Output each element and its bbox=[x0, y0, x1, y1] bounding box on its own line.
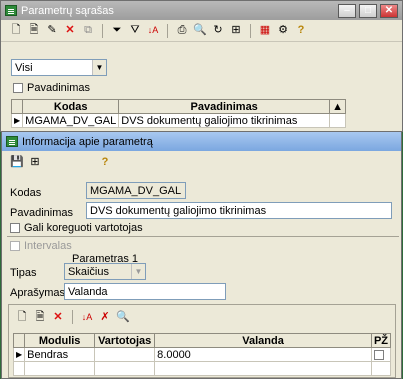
can-edit-label: Gali koreguoti vartotojas bbox=[24, 222, 143, 234]
list-window-titlebar[interactable]: Parametrų sąrašas – □ ✕ bbox=[1, 1, 402, 20]
parameter-detail-window: Informacija apie parametrą 💾 ⊞ ? Kodas M… bbox=[1, 131, 402, 379]
row-indicator-header bbox=[10, 99, 24, 114]
list-window-title: Parametrų sąrašas bbox=[21, 4, 114, 17]
table-header-row: Kodas Pavadinimas ▲ bbox=[10, 99, 346, 114]
pavadinimas-label: Pavadinimas bbox=[10, 207, 73, 219]
edit-doc-icon[interactable]: ✎ bbox=[45, 24, 59, 38]
cell-pavadinimas[interactable]: DVS dokumentų galiojimo tikrinimas bbox=[118, 113, 331, 128]
tree-icon[interactable]: ⊞ bbox=[229, 24, 243, 38]
scroll-up-icon[interactable]: ▲ bbox=[329, 99, 346, 114]
settings-icon[interactable]: ⚙ bbox=[276, 24, 290, 38]
app-icon bbox=[6, 136, 18, 147]
delete-icon[interactable]: ✕ bbox=[63, 24, 77, 38]
row-indicator: ▶ bbox=[12, 347, 26, 362]
chevron-down-icon[interactable]: ▼ bbox=[92, 60, 106, 75]
table-row[interactable]: ▶ Bendras 8.0000 bbox=[12, 347, 392, 362]
values-panel: 🗋 🗎 ✕ ↓A ✗ 🔍 Modulis Vartotojas Valanda … bbox=[8, 304, 396, 378]
kodas-field[interactable]: MGAMA_DV_GAL bbox=[86, 182, 186, 199]
help-icon[interactable]: ? bbox=[294, 24, 308, 38]
sort-icon[interactable]: ↓A bbox=[146, 24, 160, 38]
names-checkbox-row[interactable]: Pavadinimas bbox=[13, 82, 90, 94]
row-indicator-header bbox=[12, 333, 26, 348]
find-icon[interactable]: 🔍 bbox=[193, 24, 207, 38]
sort-icon[interactable]: ↓A bbox=[80, 310, 94, 324]
minimize-button[interactable]: – bbox=[338, 3, 356, 18]
toolbar-separator bbox=[250, 23, 251, 38]
can-edit-checkbox[interactable] bbox=[10, 223, 20, 233]
filter-clear-icon[interactable]: ⛛ bbox=[128, 24, 142, 38]
table-row-empty[interactable] bbox=[12, 361, 392, 376]
save-icon[interactable]: 💾 bbox=[10, 155, 24, 169]
scrollbar-track[interactable] bbox=[329, 113, 346, 128]
column-header-pz[interactable]: PŽ bbox=[370, 333, 392, 348]
list-toolbar: 🗋 🗎 ✎ ✕ ⧉ ⏷ ⛛ ↓A ⎙ 🔍 ↻ ⊞ ▦ ⚙ ? bbox=[1, 20, 402, 42]
names-checkbox[interactable] bbox=[13, 83, 23, 93]
detail-window-title: Informacija apie parametrą bbox=[22, 135, 153, 148]
toolbar-separator bbox=[72, 310, 73, 324]
find-icon[interactable]: 🔍 bbox=[116, 310, 130, 324]
pavadinimas-field[interactable]: DVS dokumentų galiojimo tikrinimas bbox=[86, 202, 392, 219]
cell-valanda[interactable]: 8.0000 bbox=[154, 347, 372, 362]
grid-icon[interactable]: ▦ bbox=[258, 24, 272, 38]
column-header-valanda[interactable]: Valanda bbox=[154, 333, 372, 348]
values-toolbar: 🗋 🗎 ✕ ↓A ✗ 🔍 bbox=[9, 305, 395, 329]
tree-icon[interactable]: ⊞ bbox=[28, 155, 42, 169]
toolbar-separator bbox=[167, 23, 168, 38]
new-doc-icon[interactable]: 🗋 bbox=[15, 310, 29, 324]
column-header-modulis[interactable]: Modulis bbox=[24, 333, 96, 348]
print-icon[interactable]: ⎙ bbox=[175, 24, 189, 38]
aprasymas-value: Valanda bbox=[68, 285, 108, 298]
new-doc-icon[interactable]: 🗋 bbox=[9, 24, 23, 38]
close-button[interactable]: ✕ bbox=[380, 3, 398, 18]
column-header-pavadinimas[interactable]: Pavadinimas bbox=[118, 99, 331, 114]
intervals-checkbox[interactable] bbox=[10, 241, 20, 251]
row-indicator: ▶ bbox=[10, 113, 24, 128]
detail-toolbar: 💾 ⊞ ? bbox=[2, 151, 401, 173]
cell-pz[interactable] bbox=[370, 347, 392, 362]
cell-kodas[interactable]: MGAMA_DV_GAL bbox=[22, 113, 120, 128]
divider bbox=[7, 236, 399, 237]
chevron-down-icon[interactable]: ▼ bbox=[131, 264, 145, 279]
detail-window-titlebar[interactable]: Informacija apie parametrą bbox=[2, 132, 401, 151]
intervals-checkbox-row[interactable]: Intervalas bbox=[10, 240, 72, 252]
intervals-label: Intervalas bbox=[24, 240, 72, 252]
cell-vartotojas[interactable] bbox=[94, 347, 156, 362]
app-icon bbox=[5, 5, 17, 16]
kodas-value: MGAMA_DV_GAL bbox=[90, 184, 182, 197]
help-icon[interactable]: ? bbox=[98, 155, 112, 169]
filter-select[interactable]: Visi ▼ bbox=[11, 59, 107, 76]
pz-checkbox[interactable] bbox=[373, 349, 384, 360]
toolbar-separator bbox=[102, 23, 103, 38]
table-header-row: Modulis Vartotojas Valanda PŽ bbox=[12, 333, 392, 348]
parameter-list-table: Kodas Pavadinimas ▲ ▶ MGAMA_DV_GAL DVS d… bbox=[10, 99, 346, 128]
table-row[interactable]: ▶ MGAMA_DV_GAL DVS dokumentų galiojimo t… bbox=[10, 113, 346, 128]
pavadinimas-value: DVS dokumentų galiojimo tikrinimas bbox=[90, 204, 267, 217]
values-table: Modulis Vartotojas Valanda PŽ ▶ Bendras … bbox=[12, 333, 392, 376]
filter-icon[interactable]: ⏷ bbox=[110, 24, 124, 38]
open-doc-icon[interactable]: 🗎 bbox=[27, 24, 41, 38]
refresh-icon[interactable]: ↻ bbox=[211, 24, 225, 38]
can-edit-checkbox-row[interactable]: Gali koreguoti vartotojas bbox=[10, 222, 143, 234]
aprasymas-label: Aprašymas bbox=[10, 287, 66, 299]
names-checkbox-label: Pavadinimas bbox=[27, 82, 90, 94]
filter-select-value: Visi bbox=[15, 61, 33, 74]
aprasymas-field[interactable]: Valanda bbox=[64, 283, 226, 300]
column-header-vartotojas[interactable]: Vartotojas bbox=[94, 333, 156, 348]
kodas-label: Kodas bbox=[10, 187, 42, 199]
parameter-list-window: Parametrų sąrašas – □ ✕ 🗋 🗎 ✎ ✕ ⧉ ⏷ ⛛ ↓A… bbox=[0, 0, 403, 132]
open-doc-icon[interactable]: 🗎 bbox=[33, 310, 47, 324]
cell-modulis[interactable]: Bendras bbox=[24, 347, 96, 362]
copy-icon[interactable]: ⧉ bbox=[81, 24, 95, 38]
delete-icon[interactable]: ✕ bbox=[51, 310, 65, 324]
tipas-label: Tipas bbox=[10, 267, 37, 279]
filter-clear-icon[interactable]: ✗ bbox=[98, 310, 112, 324]
maximize-button[interactable]: □ bbox=[359, 3, 377, 18]
tipas-select[interactable]: Skaičius ▼ bbox=[64, 263, 146, 280]
tipas-value: Skaičius bbox=[68, 265, 109, 278]
column-header-kodas[interactable]: Kodas bbox=[22, 99, 120, 114]
